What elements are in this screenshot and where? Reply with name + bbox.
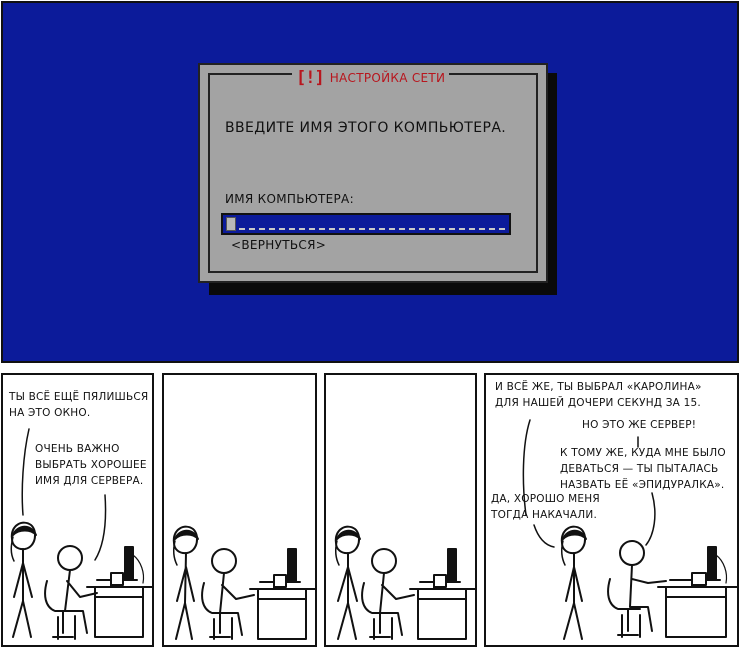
installer-screen: [!] НАСТРОЙКА СЕТИ ВВЕДИТЕ ИМЯ ЭТОГО КОМ… xyxy=(1,1,739,363)
text-cursor xyxy=(226,217,236,231)
network-setup-dialog: [!] НАСТРОЙКА СЕТИ ВВЕДИТЕ ИМЯ ЭТОГО КОМ… xyxy=(198,63,548,283)
back-button[interactable]: <ВЕРНУТЬСЯ> xyxy=(231,238,326,252)
dialog-title-bar: [!] НАСТРОЙКА СЕТИ xyxy=(292,67,450,89)
dialog-prompt: ВВЕДИТЕ ИМЯ ЭТОГО КОМПЬЮТЕРА. xyxy=(225,120,507,136)
warning-icon: [!] xyxy=(296,68,325,88)
computer-name-input[interactable] xyxy=(221,213,511,235)
computer-name-label: ИМЯ КОМПЬЮТЕРА: xyxy=(225,192,354,206)
dialog-title: НАСТРОЙКА СЕТИ xyxy=(329,71,446,85)
comic-drawing xyxy=(334,525,475,640)
comic-drawing xyxy=(172,525,315,640)
comic-drawing xyxy=(522,419,737,640)
comic-panel-4: И ВСЁ ЖЕ, ТЫ ВЫБРАЛ «КАРОЛИНА» ДЛЯ НАШЕЙ… xyxy=(484,373,739,647)
comic-panel-3 xyxy=(324,373,477,647)
comic-panel-2 xyxy=(162,373,317,647)
comic-drawing xyxy=(10,428,152,640)
comic-panel-1: ТЫ ВСЁ ЕЩЁ ПЯЛИШЬСЯ НА ЭТО ОКНО. ОЧЕНЬ В… xyxy=(1,373,154,647)
